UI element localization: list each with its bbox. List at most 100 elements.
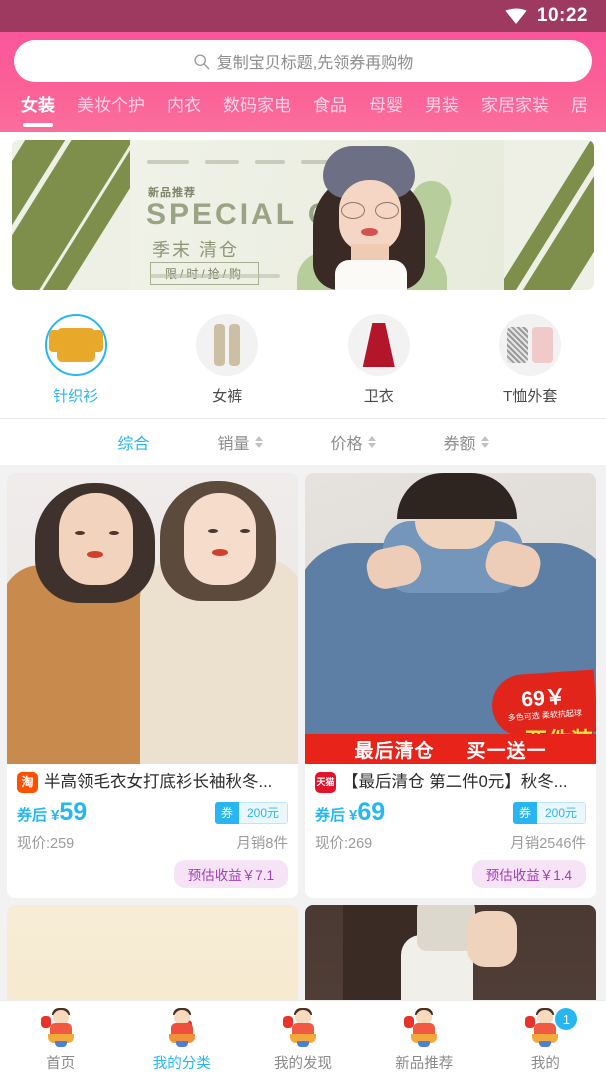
price-label: 券后	[17, 807, 48, 824]
price-value: 59	[59, 798, 88, 826]
taobao-badge-icon: 淘	[17, 772, 38, 793]
nav-item-我的分类[interactable]: 我的分类	[121, 1008, 242, 1073]
coupon-badge[interactable]: 券 200元	[512, 801, 586, 824]
sort-arrows-icon	[367, 436, 376, 448]
subcategory-item-卫衣[interactable]: 卫衣	[303, 314, 455, 406]
coupon-badge[interactable]: 券 200元	[214, 801, 288, 824]
pants-icon	[196, 314, 259, 376]
nav-badge-count: 1	[555, 1008, 578, 1030]
product-original-price: 现价:259	[17, 836, 75, 852]
nav-item-新品推荐[interactable]: 新品推荐	[364, 1008, 485, 1073]
category-tab-食品[interactable]: 食品	[302, 90, 358, 116]
coupon-label: 券	[512, 801, 537, 824]
sort-arrows-icon	[480, 436, 489, 448]
product-title-row: 淘 半高领毛衣女打底衫长袖秋冬...	[17, 772, 288, 793]
commission-badge: 预估收益￥1.4	[471, 860, 586, 888]
tab-underline-indicator	[23, 123, 53, 127]
category-tab-男装[interactable]: 男装	[414, 90, 470, 116]
category-tab-label: 美妆个护	[77, 96, 145, 115]
product-info: 淘 半高领毛衣女打底衫长袖秋冬... 券后 ¥ 59 券 200元 现价:259	[7, 764, 298, 898]
nav-label: 我的分类	[152, 1056, 211, 1072]
sweater-icon	[44, 314, 107, 376]
search-icon	[194, 53, 210, 69]
promo-banner[interactable]: 新品推荐 SPECIAL OFFERS 季末 清仓 限/时/抢/购	[12, 140, 594, 290]
sort-label: 价格	[330, 436, 363, 453]
category-tab-label: 数码家电	[223, 96, 291, 115]
price-currency: ¥	[51, 807, 60, 824]
sort-option-券额[interactable]: 券额	[410, 430, 523, 454]
category-tab-label: 男装	[425, 96, 459, 115]
product-meta-row: 现价:269 月销2546件	[315, 832, 586, 853]
product-title: 【最后清仓 第二件0元】秋冬...	[342, 772, 568, 791]
coupon-value: 200元	[536, 801, 586, 824]
status-bar-clock: 10:22	[536, 5, 588, 26]
category-tab-label: 内衣	[167, 96, 201, 115]
promo-price: 69￥	[520, 685, 567, 712]
nav-item-首页[interactable]: 首页	[0, 1008, 121, 1073]
price-currency: ¥	[349, 807, 358, 824]
category-tab-母婴[interactable]: 母婴	[358, 90, 414, 116]
subcategory-item-T恤外套[interactable]: T恤外套	[455, 314, 606, 406]
sort-option-价格[interactable]: 价格	[297, 430, 410, 454]
app-header: 复制宝贝标题,先领券再购物 女装 美妆个护 内衣 数码家电 食品 母婴 男装 家…	[0, 32, 606, 132]
subcategory-label: 卫衣	[363, 388, 394, 405]
product-info: 天猫 【最后清仓 第二件0元】秋冬... 券后 ¥ 69 券 200元 现价:2	[305, 764, 596, 898]
new-items-doll-icon	[404, 1008, 444, 1048]
sort-label: 销量	[217, 436, 250, 453]
nav-label: 首页	[46, 1056, 76, 1072]
category-tab-label: 母婴	[369, 96, 403, 115]
tee-coat-icon	[499, 314, 562, 376]
banner-model-image	[277, 140, 467, 290]
category-tab-内衣[interactable]: 内衣	[156, 90, 212, 116]
product-meta-row: 现价:259 月销8件	[17, 832, 288, 853]
sort-label: 综合	[117, 436, 150, 453]
banner-subtitle: 季末 清仓	[152, 240, 240, 260]
category-tab-家居家装[interactable]: 家居家装	[470, 90, 560, 116]
subcategory-item-女裤[interactable]: 女裤	[152, 314, 304, 406]
product-image[interactable]: 69￥ 多色可选 柔软抗起球 两件装 最后清仓 买一送一	[305, 473, 596, 764]
promo-banner-container: 新品推荐 SPECIAL OFFERS 季末 清仓 限/时/抢/购	[0, 132, 606, 300]
category-tab-bar[interactable]: 女装 美妆个护 内衣 数码家电 食品 母婴 男装 家居家装 居	[0, 90, 606, 132]
product-card[interactable]: 69￥ 多色可选 柔软抗起球 两件装 最后清仓 买一送一 天猫 【最后清仓 第二…	[305, 473, 596, 898]
search-input[interactable]: 复制宝贝标题,先领券再购物	[14, 40, 592, 82]
product-sales: 月销2546件	[510, 836, 586, 852]
nav-label: 新品推荐	[395, 1056, 454, 1072]
subcategory-label: 针织衫	[53, 388, 99, 405]
subcategory-item-针织衫[interactable]: 针织衫	[0, 314, 152, 406]
product-price-row: 券后 ¥ 69 券 200元	[315, 800, 586, 825]
banner-footer-decoration	[150, 274, 280, 278]
category-tab-美妆个护[interactable]: 美妆个护	[66, 90, 156, 116]
category-doll-icon	[162, 1008, 202, 1048]
scroll-content: 新品推荐 SPECIAL OFFERS 季末 清仓 限/时/抢/购 针织衫	[0, 132, 606, 1080]
product-image[interactable]	[7, 473, 298, 764]
commission-badge: 预估收益￥7.1	[173, 860, 288, 888]
product-card[interactable]: 淘 半高领毛衣女打底衫长袖秋冬... 券后 ¥ 59 券 200元 现价:259	[7, 473, 298, 898]
product-grid: 淘 半高领毛衣女打底衫长袖秋冬... 券后 ¥ 59 券 200元 现价:259	[0, 465, 606, 1080]
category-tab-女装[interactable]: 女装	[10, 90, 66, 127]
status-bar: 10:22	[0, 0, 606, 32]
product-title: 半高领毛衣女打底衫长袖秋冬...	[44, 772, 273, 791]
promo-description: 多色可选 柔软抗起球	[507, 708, 583, 723]
sort-option-销量[interactable]: 销量	[183, 430, 296, 454]
sort-option-综合[interactable]: 综合	[83, 430, 183, 454]
promo-band-right: 买一送一	[466, 740, 547, 762]
nav-item-我的[interactable]: 1 我的	[485, 1008, 606, 1073]
tmall-badge-icon: 天猫	[315, 772, 336, 793]
coupon-label: 券	[214, 801, 239, 824]
dress-icon	[347, 314, 410, 376]
discover-doll-icon	[283, 1008, 323, 1048]
commission-row: 预估收益￥7.1	[17, 860, 288, 888]
category-tab-数码家电[interactable]: 数码家电	[212, 90, 302, 116]
product-price: 券后 ¥ 69	[315, 800, 385, 825]
wifi-icon	[505, 8, 527, 24]
category-tab-partial[interactable]: 居	[560, 90, 599, 116]
price-label: 券后	[315, 807, 346, 824]
nav-item-我的发现[interactable]: 我的发现	[242, 1008, 363, 1073]
search-bar-container: 复制宝贝标题,先领券再购物	[0, 40, 606, 90]
commission-row: 预估收益￥1.4	[315, 860, 586, 888]
category-tab-label: 居	[571, 96, 588, 115]
product-sales: 月销8件	[236, 836, 288, 852]
subcategory-label: T恤外套	[503, 388, 558, 405]
search-placeholder: 复制宝贝标题,先领券再购物	[216, 55, 414, 72]
promo-band-left: 最后清仓	[354, 740, 435, 762]
